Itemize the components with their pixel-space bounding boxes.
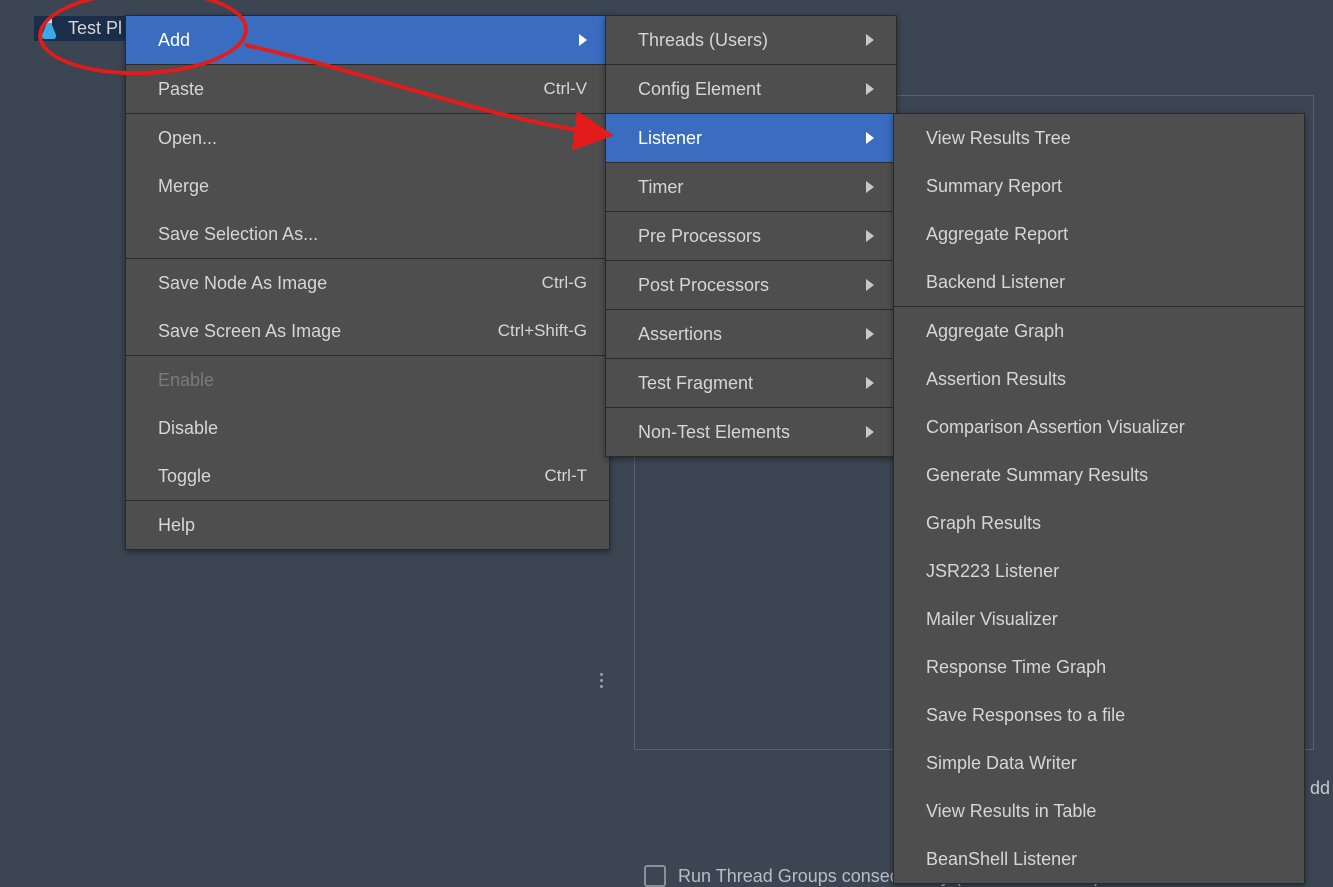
menu-main-save-screen-as-image[interactable]: Save Screen As Image Ctrl+Shift-G (126, 307, 609, 355)
menu-shortcut: Ctrl-T (545, 466, 587, 486)
menu-listener-graph-results[interactable]: Graph Results (894, 499, 1304, 547)
menu-add-test-fragment[interactable]: Test Fragment (606, 359, 896, 407)
menu-shortcut: Ctrl-G (542, 273, 587, 293)
menu-item-label: Threads (Users) (638, 30, 768, 51)
menu-main-enable[interactable]: Enable (126, 356, 609, 404)
menu-item-label: Mailer Visualizer (926, 609, 1058, 630)
menu-item-label: BeanShell Listener (926, 849, 1077, 870)
menu-main-toggle[interactable]: Toggle Ctrl-T (126, 452, 609, 500)
menu-main-open[interactable]: Open... (126, 114, 609, 162)
checkbox-icon[interactable] (644, 865, 666, 887)
menu-main-save-selection-as[interactable]: Save Selection As... (126, 210, 609, 258)
menu-listener-generate-summary-results[interactable]: Generate Summary Results (894, 451, 1304, 499)
menu-item-label: Timer (638, 177, 683, 198)
menu-main-merge[interactable]: Merge (126, 162, 609, 210)
chevron-right-icon (866, 132, 874, 144)
menu-item-label: Add (158, 30, 190, 51)
menu-item-label: Test Fragment (638, 373, 753, 394)
chevron-right-icon (866, 181, 874, 193)
chevron-right-icon (866, 426, 874, 438)
context-menu-add: Threads (Users) Config Element Listener Tim… (605, 15, 897, 457)
menu-item-label: Disable (158, 418, 218, 439)
menu-item-label: Aggregate Graph (926, 321, 1064, 342)
menu-item-label: Assertions (638, 324, 722, 345)
menu-listener-simple-data-writer[interactable]: Simple Data Writer (894, 739, 1304, 787)
menu-item-label: Config Element (638, 79, 761, 100)
menu-item-label: Toggle (158, 466, 211, 487)
menu-item-label: Comparison Assertion Visualizer (926, 417, 1185, 438)
menu-item-label: Help (158, 515, 195, 536)
context-menu-listener: View Results Tree Summary Report Aggregate… (893, 113, 1305, 884)
menu-main-paste[interactable]: Paste Ctrl-V (126, 65, 609, 113)
menu-main-help[interactable]: Help (126, 501, 609, 549)
menu-add-post-processors[interactable]: Post Processors (606, 261, 896, 309)
menu-listener-response-time-graph[interactable]: Response Time Graph (894, 643, 1304, 691)
menu-item-label: Generate Summary Results (926, 465, 1148, 486)
menu-item-label: Listener (638, 128, 702, 149)
splitter-handle[interactable] (598, 668, 604, 692)
menu-add-non-test-elements[interactable]: Non-Test Elements (606, 408, 896, 456)
menu-item-label: Pre Processors (638, 226, 761, 247)
menu-item-label: Summary Report (926, 176, 1062, 197)
context-menu-main: Add Paste Ctrl-V Open... Merge Save Selection… (125, 15, 610, 550)
menu-item-label: Assertion Results (926, 369, 1066, 390)
chevron-right-icon (866, 34, 874, 46)
menu-item-label: Save Selection As... (158, 224, 318, 245)
menu-listener-view-results-tree[interactable]: View Results Tree (894, 114, 1304, 162)
menu-main-save-node-as-image[interactable]: Save Node As Image Ctrl-G (126, 259, 609, 307)
chevron-right-icon (866, 328, 874, 340)
menu-item-label: Open... (158, 128, 217, 149)
chevron-right-icon (866, 83, 874, 95)
menu-listener-comparison-assertion-visualizer[interactable]: Comparison Assertion Visualizer (894, 403, 1304, 451)
menu-item-label: Simple Data Writer (926, 753, 1077, 774)
menu-listener-mailer-visualizer[interactable]: Mailer Visualizer (894, 595, 1304, 643)
partial-text: dd (1310, 778, 1330, 799)
menu-add-assertions[interactable]: Assertions (606, 310, 896, 358)
menu-listener-view-results-in-table[interactable]: View Results in Table (894, 787, 1304, 835)
menu-add-config-element[interactable]: Config Element (606, 65, 896, 113)
menu-listener-aggregate-graph[interactable]: Aggregate Graph (894, 307, 1304, 355)
menu-item-label: Post Processors (638, 275, 769, 296)
chevron-right-icon (579, 34, 587, 46)
flask-icon (40, 19, 58, 39)
menu-item-label: JSR223 Listener (926, 561, 1059, 582)
menu-listener-save-responses-to-a-file[interactable]: Save Responses to a file (894, 691, 1304, 739)
menu-add-timer[interactable]: Timer (606, 163, 896, 211)
menu-item-label: View Results Tree (926, 128, 1071, 149)
menu-item-label: Paste (158, 79, 204, 100)
tree-item-label: Test Pl (68, 18, 122, 39)
menu-listener-aggregate-report[interactable]: Aggregate Report (894, 210, 1304, 258)
menu-listener-summary-report[interactable]: Summary Report (894, 162, 1304, 210)
menu-add-threads-users[interactable]: Threads (Users) (606, 16, 896, 64)
menu-item-label: Response Time Graph (926, 657, 1106, 678)
menu-item-label: View Results in Table (926, 801, 1096, 822)
menu-item-label: Graph Results (926, 513, 1041, 534)
menu-item-label: Enable (158, 370, 214, 391)
menu-shortcut: Ctrl+Shift-G (498, 321, 587, 341)
menu-item-label: Merge (158, 176, 209, 197)
menu-item-label: Save Screen As Image (158, 321, 341, 342)
menu-add-pre-processors[interactable]: Pre Processors (606, 212, 896, 260)
chevron-right-icon (866, 377, 874, 389)
menu-main-disable[interactable]: Disable (126, 404, 609, 452)
menu-listener-beanshell-listener[interactable]: BeanShell Listener (894, 835, 1304, 883)
chevron-right-icon (866, 279, 874, 291)
menu-listener-backend-listener[interactable]: Backend Listener (894, 258, 1304, 306)
chevron-right-icon (866, 230, 874, 242)
menu-listener-assertion-results[interactable]: Assertion Results (894, 355, 1304, 403)
menu-item-label: Aggregate Report (926, 224, 1068, 245)
menu-item-label: Non-Test Elements (638, 422, 790, 443)
menu-main-add[interactable]: Add (126, 16, 609, 64)
menu-listener-jsr223-listener[interactable]: JSR223 Listener (894, 547, 1304, 595)
menu-add-listener[interactable]: Listener (606, 114, 896, 162)
menu-shortcut: Ctrl-V (544, 79, 587, 99)
menu-item-label: Backend Listener (926, 272, 1065, 293)
menu-item-label: Save Responses to a file (926, 705, 1125, 726)
menu-item-label: Save Node As Image (158, 273, 327, 294)
